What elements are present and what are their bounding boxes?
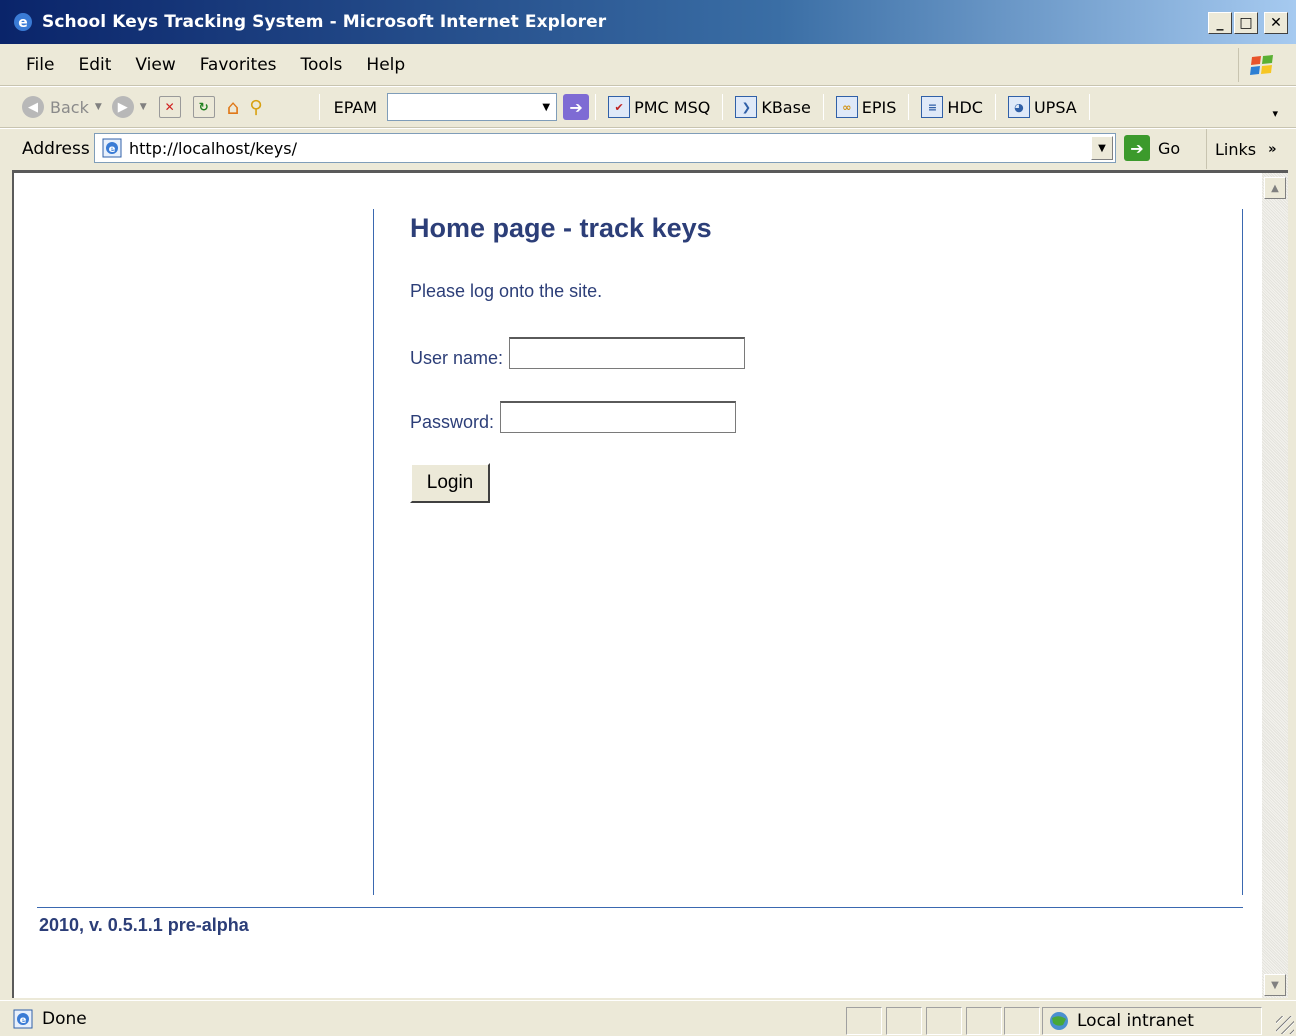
content-right-rule	[1242, 209, 1243, 895]
hdc-icon: ≡	[921, 96, 944, 118]
checkbox-doc-icon: ✔	[608, 96, 631, 118]
address-url: http://localhost/keys/	[129, 138, 297, 158]
kbase-icon: ❯	[735, 96, 758, 118]
link-kbase[interactable]: ❯ KBase	[735, 96, 811, 118]
page-viewport: Home page - track keys Please log onto t…	[12, 170, 1262, 998]
status-text: Done	[42, 1008, 87, 1029]
password-label: Password:	[410, 412, 495, 432]
menu-bar: File Edit View Favorites Tools Help	[0, 44, 1296, 86]
double-chevron-icon: »	[1268, 141, 1277, 157]
home-icon[interactable]: ⌂	[227, 95, 240, 119]
address-input[interactable]: e http://localhost/keys/ ▼	[94, 133, 1116, 163]
back-dropdown-icon[interactable]: ▼	[95, 102, 102, 112]
footer-version: 2010, v. 0.5.1.1 pre-alpha	[39, 915, 249, 935]
svg-text:e: e	[109, 144, 116, 155]
status-pane	[926, 1007, 962, 1035]
scroll-down-icon[interactable]: ▼	[1264, 974, 1286, 996]
forward-arrow-icon[interactable]: ▶	[111, 96, 134, 118]
content-left-rule	[373, 209, 374, 895]
menu-file[interactable]: File	[0, 55, 66, 75]
window-title: School Keys Tracking System - Microsoft …	[42, 12, 607, 32]
resize-grip[interactable]	[1276, 1016, 1294, 1034]
close-button[interactable]: ✕	[1264, 12, 1288, 34]
link-pmc-msq[interactable]: ✔ PMC MSQ	[608, 96, 710, 118]
chevron-down-icon: ▼	[542, 101, 551, 113]
window-controls: _ □ ✕	[1208, 12, 1288, 34]
back-button[interactable]: ◀ Back	[22, 96, 89, 118]
local-intranet-icon	[1050, 1012, 1068, 1030]
link-epis[interactable]: ∞ EPIS	[835, 96, 896, 118]
page-icon: e	[102, 138, 122, 158]
login-button[interactable]: Login	[410, 463, 490, 503]
status-bar: e Done Local intranet	[0, 1000, 1296, 1036]
page-title: Home page - track keys	[410, 213, 712, 243]
menu-edit[interactable]: Edit	[66, 55, 123, 75]
security-zone[interactable]: Local intranet	[1042, 1007, 1262, 1035]
login-prompt: Please log onto the site.	[410, 281, 603, 301]
svg-text:e: e	[18, 15, 28, 31]
menu-view[interactable]: View	[123, 55, 187, 75]
address-label: Address	[22, 138, 90, 159]
status-pane	[886, 1007, 922, 1035]
stop-icon[interactable]: ✕	[158, 96, 181, 118]
epam-select[interactable]: ▼	[387, 93, 558, 121]
link-hdc[interactable]: ≡ HDC	[921, 96, 983, 118]
username-label: User name:	[410, 348, 504, 368]
epam-toolbar-label: EPAM	[333, 97, 378, 117]
menu-tools[interactable]: Tools	[289, 55, 355, 75]
password-row: Password:	[410, 401, 737, 433]
footer-rule	[37, 907, 1243, 908]
refresh-icon[interactable]: ↻	[192, 96, 215, 118]
page-done-icon: e	[13, 1009, 33, 1028]
status-pane	[846, 1007, 882, 1035]
maximize-button[interactable]: □	[1234, 12, 1258, 34]
menu-help[interactable]: Help	[354, 55, 417, 75]
epam-go-arrow-icon[interactable]: ➔	[563, 94, 590, 120]
windows-logo-icon	[1238, 48, 1284, 82]
status-pane	[966, 1007, 1002, 1035]
links-button[interactable]: Links »	[1206, 129, 1277, 169]
username-row: User name:	[410, 337, 746, 369]
link-upsa[interactable]: ◕ UPSA	[1007, 96, 1077, 118]
status-pane	[1004, 1007, 1040, 1035]
search-icon[interactable]: ⚲	[249, 97, 262, 118]
vertical-scrollbar[interactable]: ▲ ▼	[1262, 170, 1288, 998]
epis-icon: ∞	[835, 96, 858, 118]
go-arrow-icon: ➔	[1124, 135, 1150, 161]
scroll-up-icon[interactable]: ▲	[1264, 177, 1286, 199]
svg-text:e: e	[20, 1015, 27, 1026]
back-label: Back	[50, 97, 89, 117]
password-input[interactable]	[500, 401, 737, 433]
menu-favorites[interactable]: Favorites	[188, 55, 289, 75]
internet-explorer-icon: e	[14, 13, 32, 31]
back-arrow-icon: ◀	[22, 96, 44, 118]
standard-toolbar: ◀ Back ▼ ▶ ▼ ✕ ↻ ⌂ ⚲ EPAM ▼ ➔ ✔ PMC MSQ …	[0, 86, 1296, 128]
go-button[interactable]: ➔ Go	[1124, 135, 1180, 161]
toolbar-overflow-icon[interactable]: ▾	[1272, 107, 1278, 120]
username-input[interactable]	[509, 337, 746, 369]
forward-dropdown-icon[interactable]: ▼	[140, 102, 147, 112]
address-dropdown-icon[interactable]: ▼	[1091, 136, 1113, 160]
minimize-button[interactable]: _	[1208, 12, 1232, 34]
title-bar: e School Keys Tracking System - Microsof…	[0, 0, 1296, 44]
upsa-icon: ◕	[1007, 96, 1030, 118]
address-bar: Address e http://localhost/keys/ ▼ ➔ Go …	[0, 128, 1296, 169]
